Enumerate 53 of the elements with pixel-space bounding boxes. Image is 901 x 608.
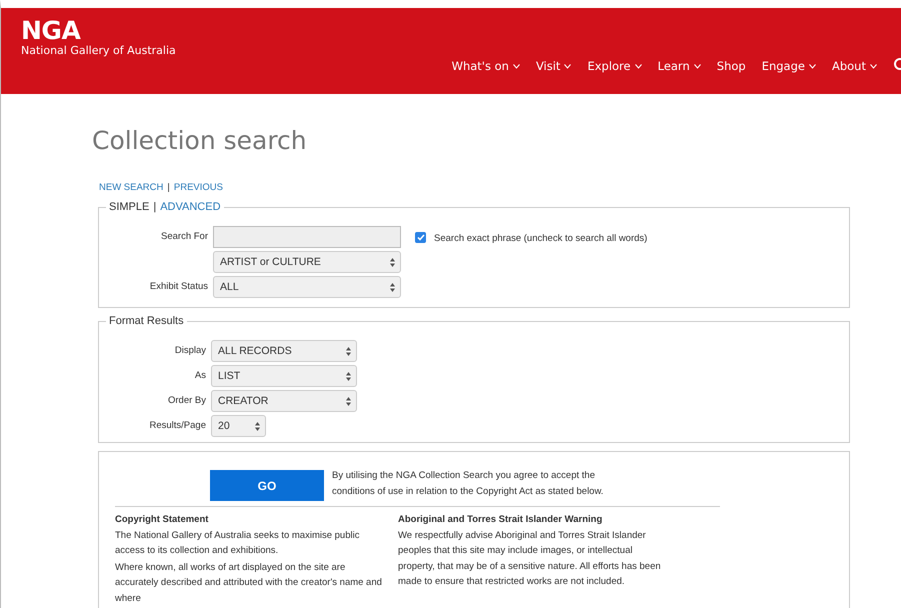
paragraph: Where known, all works of art displayed on the site are accurately described and attributed with the creator's name and where xyxy=(115,560,383,606)
separator-text: | xyxy=(153,201,156,214)
select-field[interactable]: CREATOR xyxy=(211,390,357,412)
chevron-down-icon xyxy=(694,64,701,70)
chevron-down-icon xyxy=(808,64,816,70)
updown-arrow-icon xyxy=(390,282,395,292)
mode-tab[interactable]: SIMPLE xyxy=(109,201,150,214)
chevron-down-icon xyxy=(512,64,520,70)
field-label: Order By xyxy=(166,394,207,408)
separator-text: | xyxy=(167,181,170,195)
chevron-down-icon xyxy=(564,64,572,70)
go-button[interactable]: GO xyxy=(210,470,324,502)
updown-arrow-icon xyxy=(346,372,351,381)
field-label: As xyxy=(194,369,207,384)
select-field[interactable]: ALL RECORDS xyxy=(211,340,357,362)
page-title: Collection search xyxy=(92,126,308,156)
mode-tab[interactable]: ADVANCED xyxy=(160,201,221,214)
search-icon[interactable] xyxy=(893,58,901,72)
field-label: Display xyxy=(174,344,207,358)
field-label: Exhibit Status xyxy=(148,280,209,294)
nav-link[interactable]: Explore xyxy=(587,58,642,76)
paragraph: We respectfully advise Aboriginal and Torres Strait Islander peoples that this site may include images, or intellectual property, that may be of a sensitive nature. All efforts has been made to ensure that restricted works are not included. xyxy=(398,528,662,590)
logo[interactable]: NGA xyxy=(21,18,176,43)
section-heading: Copyright Statement xyxy=(115,513,210,528)
select-field[interactable]: ALL xyxy=(213,276,401,298)
search-input[interactable] xyxy=(213,226,401,248)
agreement-text: By utilising the NGA Collection Search you agree to accept the conditions of use in relation to the Copyright Act as stated below. xyxy=(332,469,604,500)
nav-link[interactable]: Learn xyxy=(658,58,701,76)
text-link[interactable]: NEW SEARCH xyxy=(99,181,164,196)
updown-arrow-icon xyxy=(390,258,395,267)
field-label: Search For xyxy=(160,230,209,244)
nav-link[interactable]: About xyxy=(832,58,877,76)
select-field[interactable]: 20 xyxy=(211,415,266,438)
chevron-down-icon xyxy=(634,64,642,70)
panel-legend: Format Results xyxy=(106,315,187,328)
field-label: Results/Page xyxy=(148,419,207,434)
logo-subtitle: National Gallery of Australia xyxy=(21,43,176,59)
nav-link[interactable]: Engage xyxy=(762,58,816,76)
nav-link[interactable]: What's on xyxy=(452,58,520,76)
paragraph: The National Gallery of Australia seeks to maximise public access to its collection and exhibitions. xyxy=(115,528,360,558)
select-field[interactable]: LIST xyxy=(211,365,357,388)
chevron-down-icon xyxy=(870,64,877,70)
checkbox[interactable] xyxy=(415,232,426,244)
text-link[interactable]: PREVIOUS xyxy=(174,181,223,196)
nav-link[interactable]: Visit xyxy=(536,58,572,76)
select-field[interactable]: ARTIST or CULTURE xyxy=(213,251,401,274)
updown-arrow-icon xyxy=(255,422,260,431)
checkmark-icon xyxy=(416,234,424,242)
checkbox-label: Search exact phrase (uncheck to search all words) xyxy=(434,232,648,246)
nav-link[interactable]: Shop xyxy=(716,58,746,76)
section-heading: Aboriginal and Torres Strait Islander Warning xyxy=(398,513,604,528)
updown-arrow-icon xyxy=(346,396,351,406)
updown-arrow-icon xyxy=(346,346,351,356)
